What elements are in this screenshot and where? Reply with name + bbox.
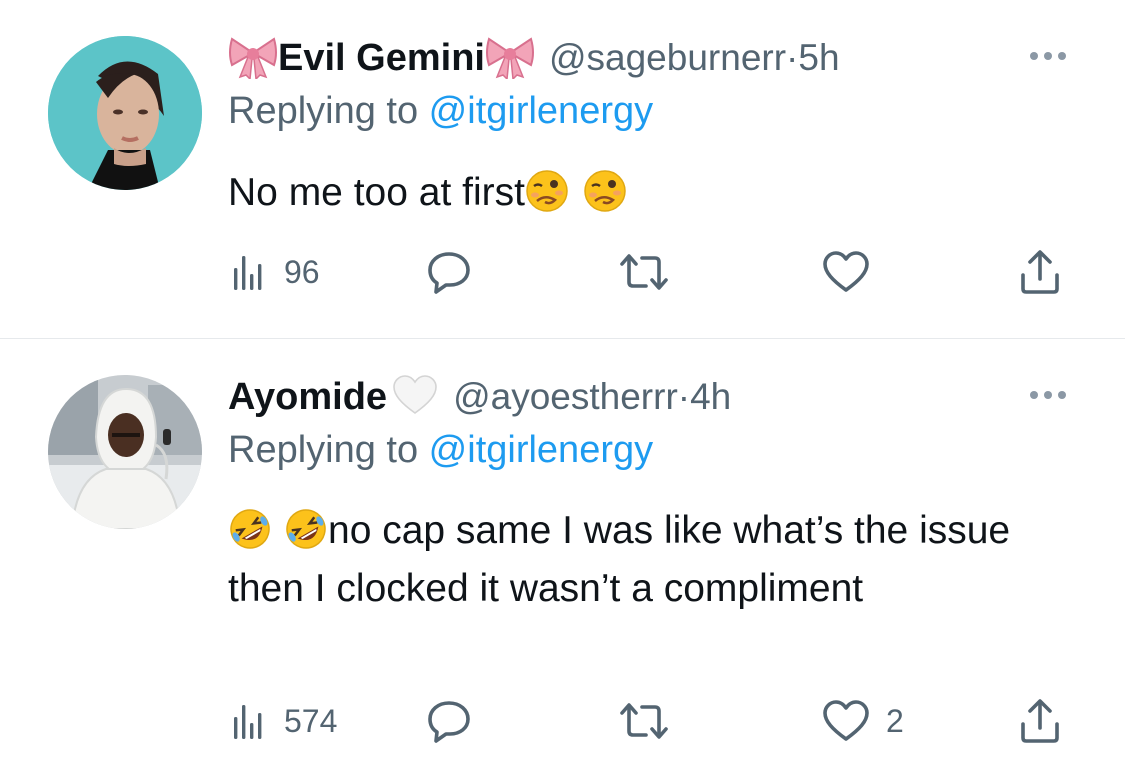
tweet-header: Evil Gemini @sageburnerr · 5h [228, 30, 840, 86]
display-name[interactable]: Ayomide [228, 376, 387, 419]
likes-count: 2 [886, 702, 904, 739]
views-chart-icon [234, 705, 262, 739]
tweet-text-body: No me too at first [228, 171, 525, 214]
reply-mention-link[interactable]: @itgirlenergy [429, 90, 653, 132]
retweet-button[interactable] [618, 242, 670, 302]
heart-icon [823, 700, 869, 741]
timestamp[interactable]: 4h [690, 376, 731, 418]
reply-icon [428, 701, 470, 743]
rolling-on-floor-laughing-emoji [230, 508, 270, 549]
rolling-on-floor-laughing-emoji [286, 508, 326, 549]
replying-to: Replying to @itgirlenergy [228, 90, 653, 133]
more-options-icon[interactable] [1030, 387, 1072, 403]
action-bar: 574 2 [228, 691, 1088, 751]
tweet-reply[interactable]: Ayomide @ayoestherrr · 4h Replying to @i… [0, 339, 1125, 784]
retweet-icon [620, 254, 668, 290]
user-handle[interactable]: @ayoestherrr [453, 376, 678, 418]
retweet-button[interactable] [618, 691, 670, 751]
time-separator: · [786, 37, 799, 78]
heart-icon [823, 251, 869, 292]
tweet-header: Ayomide @ayoestherrr · 4h [228, 369, 731, 425]
views-chart-icon [234, 256, 262, 290]
woozy-face-emoji [584, 169, 626, 212]
reply-mention-link[interactable]: @itgirlenergy [429, 429, 653, 471]
views-button[interactable]: 96 [228, 242, 320, 302]
views-button[interactable]: 574 [228, 691, 337, 751]
pink-bow-emoji [485, 33, 535, 84]
like-button[interactable]: 2 [822, 691, 904, 751]
reply-button[interactable] [426, 242, 472, 302]
reply-icon [428, 252, 470, 294]
share-icon [1021, 699, 1059, 743]
tweet-reply[interactable]: Evil Gemini @sageburnerr · 5h Replying t… [0, 0, 1125, 338]
woozy-face-emoji [526, 169, 568, 212]
replying-to: Replying to @itgirlenergy [228, 429, 653, 472]
views-count: 574 [284, 702, 338, 739]
tweet-text: No me too at first [228, 164, 1088, 222]
time-separator: · [677, 376, 691, 417]
replying-to-label: Replying to [228, 90, 429, 132]
timestamp[interactable]: 5h [798, 37, 839, 79]
display-name[interactable]: Evil Gemini [278, 37, 485, 80]
tweet-text-body: no cap same I was like what’s the issue … [228, 509, 1011, 610]
user-handle[interactable]: @sageburnerr [549, 37, 786, 79]
pink-bow-emoji [228, 33, 278, 84]
share-button[interactable] [1018, 691, 1062, 751]
replying-to-label: Replying to [228, 429, 429, 471]
avatar[interactable] [48, 36, 202, 190]
share-button[interactable] [1018, 242, 1062, 302]
retweet-icon [620, 703, 668, 739]
action-bar: 96 [228, 242, 1088, 302]
white-heart-emoji [391, 373, 439, 422]
views-count: 96 [284, 253, 320, 290]
like-button[interactable] [822, 242, 886, 302]
share-icon [1021, 250, 1059, 294]
avatar[interactable] [48, 375, 202, 529]
tweet-text: no cap same I was like what’s the issue … [228, 502, 1088, 618]
reply-button[interactable] [426, 691, 472, 751]
more-options-icon[interactable] [1030, 48, 1072, 64]
